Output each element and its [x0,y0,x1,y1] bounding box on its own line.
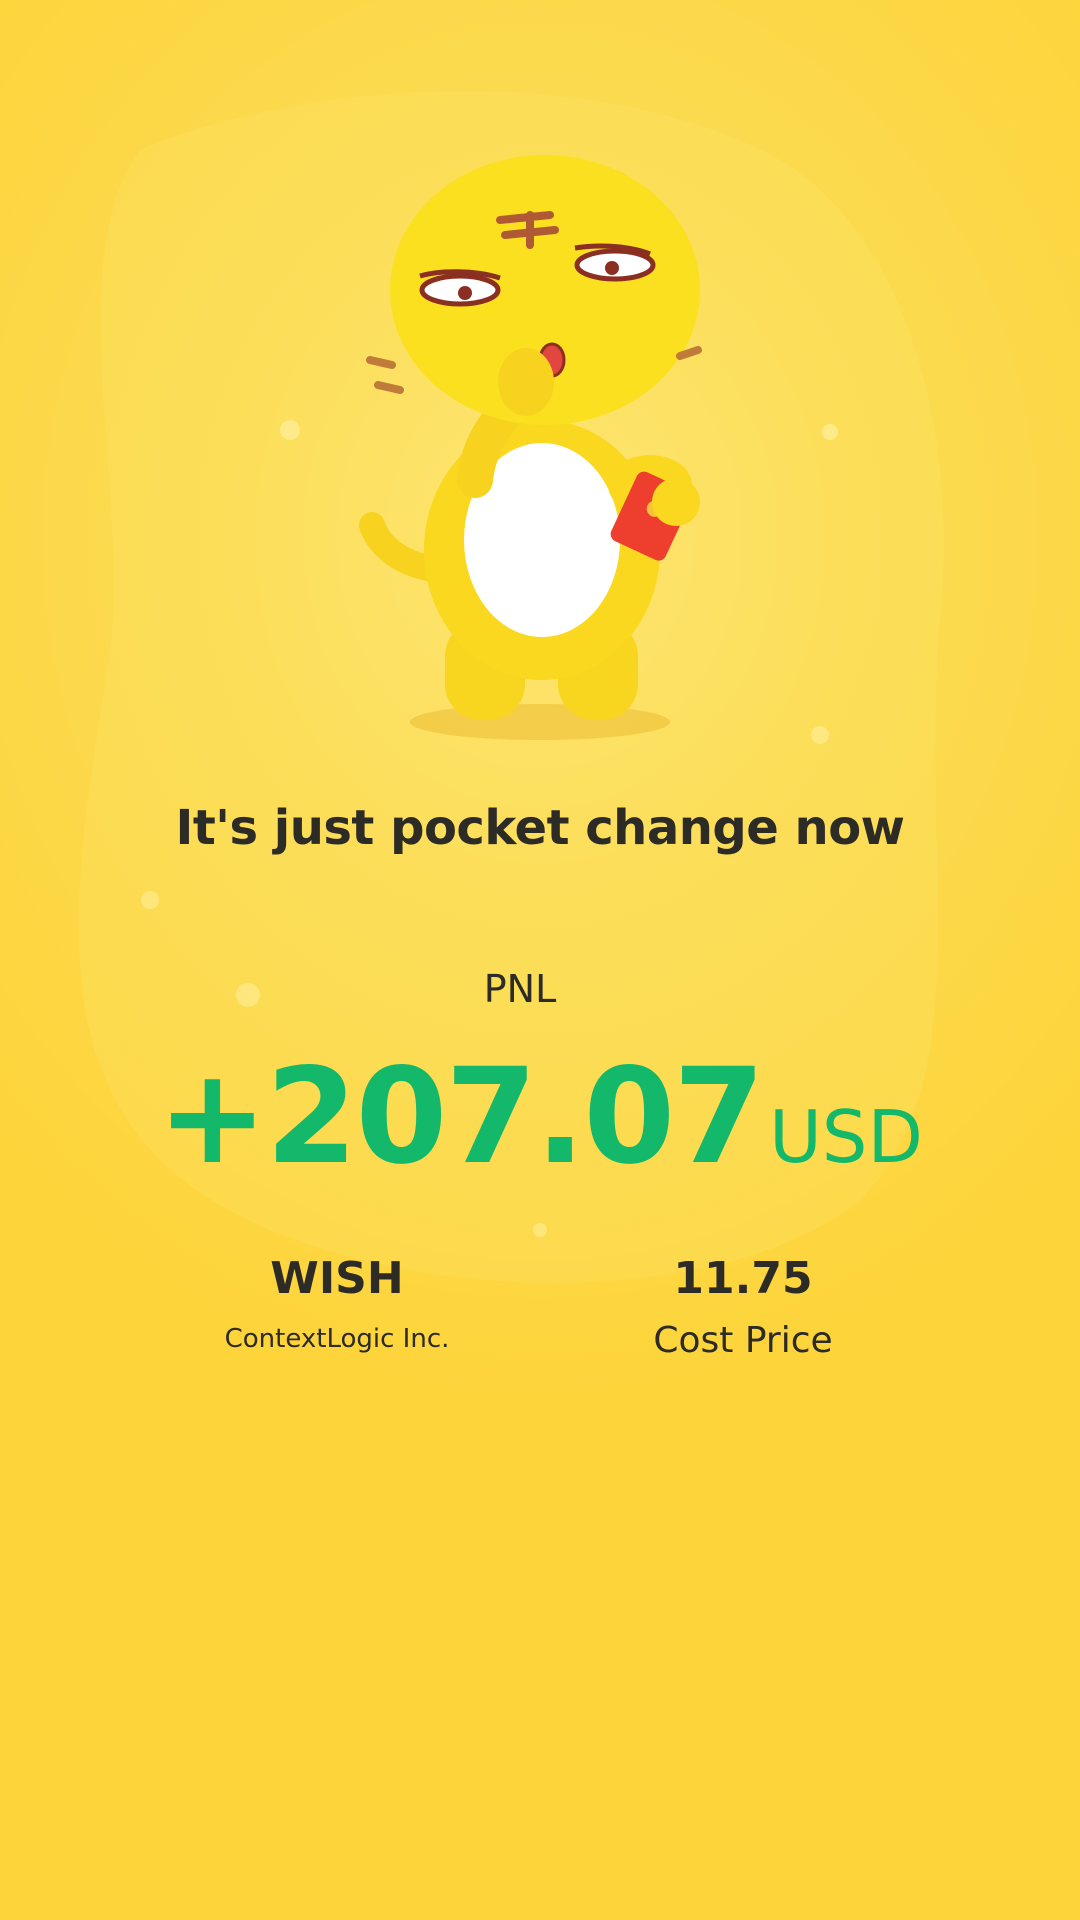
cost-info: 11.75 Cost Price [543,1253,943,1361]
pnl-label: PNL [483,967,557,1011]
headline-text: It's just pocket change now [175,800,905,856]
pnl-amount: +207.07 [157,1040,765,1194]
stock-info: WISH ContextLogic Inc. [137,1253,537,1354]
tiger-mascot-icon [359,155,702,740]
stock-ticker: WISH [270,1253,404,1304]
pnl-value: +207.07USD [0,1040,1080,1194]
company-name: ContextLogic Inc. [224,1324,450,1354]
cost-price-label: Cost Price [653,1320,833,1361]
cost-price-value: 11.75 [673,1253,813,1304]
pnl-currency: USD [769,1095,923,1179]
